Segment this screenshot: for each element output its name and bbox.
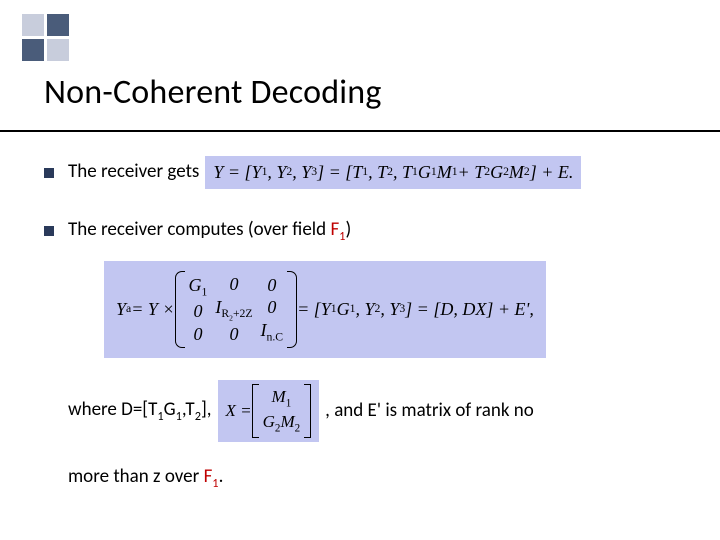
bullet-2: The receiver computes (over field F1) <box>44 217 700 245</box>
equation-x: X = M1 G2M2 <box>218 380 320 442</box>
bullet-icon <box>44 226 54 236</box>
slide-title: Non-Coherent Decoding <box>44 72 382 113</box>
bullet-1: The receiver gets Y = [Y1, Y2, Y3] = [T1… <box>44 156 700 189</box>
corner-decoration <box>22 14 69 61</box>
bullet-2-text: The receiver computes (over field F1) <box>68 217 351 245</box>
last-line: more than z over F1. <box>68 464 700 492</box>
slide-content: The receiver gets Y = [Y1, Y2, Y3] = [T1… <box>44 156 700 492</box>
equation-ya: Ya = Y × G1 0 0 0 IR2+2Z 0 0 0 In.C = [Y… <box>104 261 546 357</box>
equation-y: Y = [Y1, Y2, Y3] = [T1, T2, T1G1M1 + T2G… <box>205 156 581 189</box>
bullet-icon <box>44 168 54 178</box>
matrix-big: G1 0 0 0 IR2+2Z 0 0 0 In.C <box>175 271 298 347</box>
where-line: where D=[T1G1,T2], X = M1 G2M2 , and E' … <box>68 380 700 442</box>
title-rule <box>0 130 720 132</box>
bullet-1-text: The receiver gets <box>68 159 199 186</box>
where-tail: , and E' is matrix of rank no <box>325 398 534 425</box>
